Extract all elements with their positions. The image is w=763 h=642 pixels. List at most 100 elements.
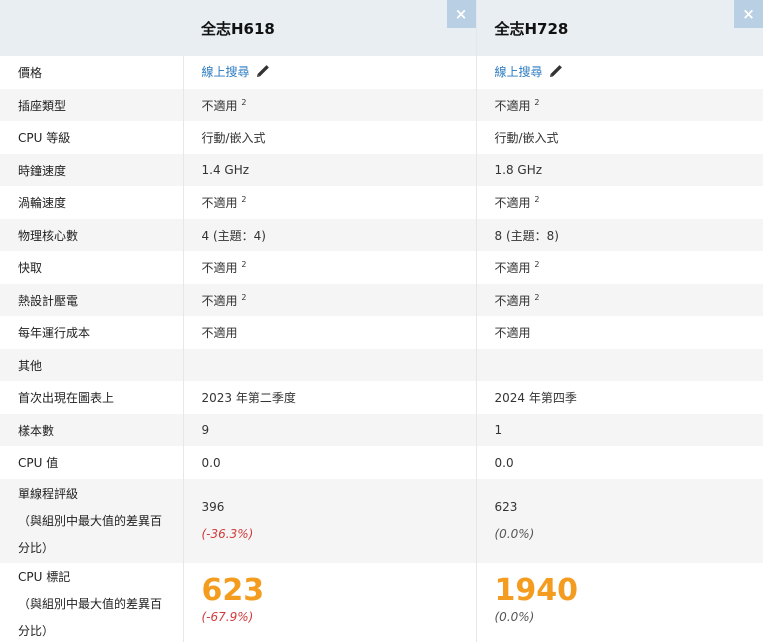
value-text: 2023 年第二季度 <box>183 381 477 414</box>
value-text: 4 (主題：4) <box>183 219 477 251</box>
header-row: 全志H618 × 全志H728 × <box>0 0 763 56</box>
value-cell: 623 (0.0%) <box>476 479 763 563</box>
value-cell: 不適用 2 <box>183 89 477 121</box>
value-text: 1.8 GHz <box>476 154 763 186</box>
row-label: 價格 <box>0 56 184 89</box>
row-label: 首次出現在圖表上 <box>0 381 184 414</box>
row-label: 熱設計壓電 <box>0 284 184 316</box>
label-note: 分比） <box>18 623 55 638</box>
percent-diff: (-36.3%) <box>201 527 254 541</box>
value-cell: 不適用 2 <box>476 251 763 284</box>
table-row: 樣本數 9 1 <box>0 414 763 446</box>
cpu-name: 全志H728 <box>494 20 569 38</box>
table-row: 物理核心數 4 (主題：4) 8 (主題：8) <box>0 219 763 251</box>
value-cell: 不適用 2 <box>476 186 763 219</box>
value-text: 不適用 <box>494 326 531 340</box>
label-note: （與組別中最大值的差異百 <box>18 596 163 611</box>
value-text: 不適用 <box>201 98 238 113</box>
footnote-marker: 2 <box>534 97 540 107</box>
pencil-icon[interactable] <box>254 62 272 83</box>
row-label: 物理核心數 <box>0 219 184 251</box>
single-thread-label: 單線程評級 <box>18 486 79 501</box>
row-label: CPU 等級 <box>0 121 184 154</box>
row-label: 樣本數 <box>0 414 184 446</box>
percent-diff: (0.0%) <box>494 610 535 624</box>
cpu-mark-row: CPU 標記 （與組別中最大值的差異百 分比） 623 (-67.9%) 194… <box>0 563 763 642</box>
value-text <box>183 349 477 381</box>
footnote-marker: 2 <box>534 195 540 204</box>
value-text: 不適用 <box>494 293 531 308</box>
price-row: 價格 線上搜尋 線上搜尋 <box>0 56 763 89</box>
price-cell: 線上搜尋 <box>183 56 477 89</box>
label-note: （與組別中最大值的差異百 <box>18 513 163 528</box>
table-row: 插座類型 不適用 2 不適用 2 <box>0 89 763 121</box>
section-row: 其他 <box>0 349 763 381</box>
value-text: 不適用 <box>201 261 238 275</box>
footnote-marker: 2 <box>241 195 247 204</box>
cpu-column-header: 全志H728 × <box>476 0 763 56</box>
footnote-marker: 2 <box>241 292 247 302</box>
value-cell: 不適用 2 <box>476 284 763 316</box>
table-row: CPU 等級 行動/嵌入式 行動/嵌入式 <box>0 121 763 154</box>
footnote-marker: 2 <box>534 260 540 269</box>
value-text: 8 (主題：8) <box>476 219 763 251</box>
value-cell: 623 (-67.9%) <box>183 563 477 642</box>
row-label: CPU 標記 （與組別中最大值的差異百 分比） <box>0 563 184 642</box>
pencil-icon[interactable] <box>547 62 565 83</box>
value-text <box>476 349 763 381</box>
remove-cpu-button[interactable]: × <box>734 0 763 28</box>
table-row: 首次出現在圖表上 2023 年第二季度 2024 年第四季 <box>0 381 763 414</box>
value-text: 不適用 <box>201 196 238 210</box>
value-text: 行動/嵌入式 <box>183 121 477 154</box>
value-cell: 不適用 2 <box>476 89 763 121</box>
single-thread-score: 396 <box>201 500 225 514</box>
value-text: 不適用 <box>494 261 531 275</box>
online-search-link[interactable]: 線上搜尋 <box>495 65 543 79</box>
table-row: 快取 不適用 2 不適用 2 <box>0 251 763 284</box>
cpu-value-link[interactable]: CPU 值 <box>0 446 184 479</box>
value-text: 2024 年第四季 <box>494 391 577 405</box>
value-text: 不適用 <box>494 196 531 210</box>
single-thread-score: 623 <box>494 500 518 514</box>
footnote-marker: 2 <box>241 97 247 107</box>
value-cell: 不適用 2 <box>183 186 477 219</box>
value-text: 行動/嵌入式 <box>494 131 559 145</box>
label-note: 分比） <box>18 540 55 555</box>
remove-cpu-button[interactable]: × <box>446 0 476 28</box>
value-text: 1.4 GHz <box>183 154 477 186</box>
row-label: 渦輪速度 <box>0 186 184 219</box>
table-row: 渦輪速度 不適用 2 不適用 2 <box>0 186 763 219</box>
value-text: 不適用 <box>183 316 477 349</box>
cpu-mark-score: 623 <box>201 573 265 608</box>
annual-cost-link[interactable]: 每年運行成本 <box>0 316 184 349</box>
percent-diff: (-67.9%) <box>201 610 254 624</box>
value-text: 1 <box>476 414 763 446</box>
cpu-mark-label: CPU 標記 <box>18 569 71 584</box>
percent-diff: (0.0%) <box>494 527 535 541</box>
value-text: 不適用 <box>494 98 531 113</box>
value-cell: 不適用 2 <box>183 284 477 316</box>
value-text: 0.0 <box>183 446 477 479</box>
row-label: 時鐘速度 <box>0 154 184 186</box>
footnote-marker: 2 <box>241 260 247 269</box>
table-row: CPU 值 0.0 0.0 <box>0 446 763 479</box>
table-row: 每年運行成本 不適用 不適用 <box>0 316 763 349</box>
table-row: 時鐘速度 1.4 GHz 1.8 GHz <box>0 154 763 186</box>
footnote-marker: 2 <box>534 292 540 302</box>
value-text: 9 <box>183 414 477 446</box>
row-label: 單線程評級 （與組別中最大值的差異百 分比） <box>0 479 184 563</box>
cpu-comparison-table: 全志H618 × 全志H728 × 價格 線上搜尋 線上搜尋 插座類型 不適用 … <box>0 0 763 642</box>
value-cell: 不適用 2 <box>183 251 477 284</box>
online-search-link[interactable]: 線上搜尋 <box>202 65 250 79</box>
price-cell: 線上搜尋 <box>476 56 763 89</box>
value-cell: 396 (-36.3%) <box>183 479 477 563</box>
section-label: 其他 <box>0 349 184 381</box>
value-text: 不適用 <box>201 293 238 308</box>
table-row: 熱設計壓電 不適用 2 不適用 2 <box>0 284 763 316</box>
value-text: 0.0 <box>494 455 514 470</box>
row-label: 快取 <box>0 251 184 284</box>
single-thread-row: 單線程評級 （與組別中最大值的差異百 分比） 396 (-36.3%) 623 … <box>0 479 763 563</box>
cpu-mark-score: 1940 <box>494 573 579 608</box>
row-label: 插座類型 <box>0 89 184 121</box>
value-cell: 1940 (0.0%) <box>476 563 763 642</box>
